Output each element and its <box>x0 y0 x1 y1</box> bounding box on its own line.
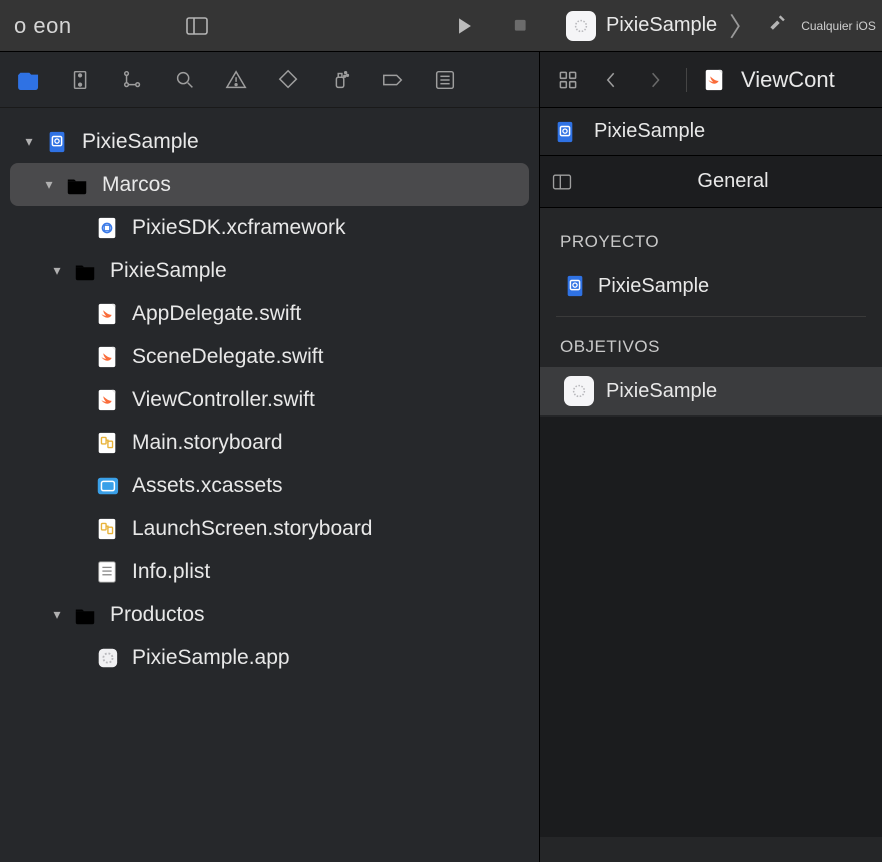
tree-label: Info.plist <box>132 560 210 584</box>
navigator-tabs <box>0 52 539 108</box>
test-navigator-tab[interactable] <box>274 65 304 95</box>
settings-empty-area <box>540 417 882 837</box>
plist-file-icon <box>94 559 120 585</box>
folder-icon <box>64 172 90 198</box>
scheme-name[interactable]: PixieSample <box>606 14 717 37</box>
project-row[interactable]: PixieSample <box>540 262 882 310</box>
issue-navigator-tab[interactable] <box>222 65 252 95</box>
disclosure-triangle-icon[interactable]: ▾ <box>20 133 38 150</box>
project-file-icon <box>564 272 586 300</box>
storyboard-file-icon <box>94 516 120 542</box>
tree-label: PixieSample <box>82 130 199 154</box>
run-destination[interactable]: Cualquier iOS <box>801 19 876 33</box>
framework-file-icon <box>94 215 120 241</box>
app-file-icon <box>94 645 120 671</box>
tree-label: Productos <box>110 603 205 627</box>
section-targets-heading: OBJETIVOS <box>540 323 882 367</box>
tree-label: AppDelegate.swift <box>132 302 301 326</box>
open-file-tab[interactable]: ViewCont <box>703 67 835 93</box>
project-navigator: ▾ PixieSample ▾ Marcos PixieSDK.xcframew… <box>0 52 540 862</box>
section-project-heading: PROYECTO <box>540 218 882 262</box>
tree-label: Assets.xcassets <box>132 474 283 498</box>
tree-label: Marcos <box>102 173 171 197</box>
source-control-navigator-tab[interactable] <box>66 65 96 95</box>
tree-file[interactable]: PixieSDK.xcframework <box>0 206 539 249</box>
project-file-icon <box>44 129 70 155</box>
nav-back-button[interactable] <box>598 66 626 94</box>
window-title-fragment: o eon <box>14 13 72 39</box>
target-row[interactable]: PixieSample <box>540 367 882 415</box>
swift-file-icon <box>703 69 725 91</box>
tree-file[interactable]: LaunchScreen.storyboard <box>0 507 539 550</box>
disclosure-triangle-icon[interactable]: ▾ <box>40 176 58 193</box>
disclosure-triangle-icon[interactable]: ▾ <box>48 262 66 279</box>
stop-button[interactable] <box>502 7 540 45</box>
folder-icon <box>72 602 98 628</box>
breakpoint-navigator-tab[interactable] <box>378 65 408 95</box>
tree-file[interactable]: Info.plist <box>0 550 539 593</box>
open-file-name: ViewCont <box>741 67 835 93</box>
app-target-icon <box>564 376 594 406</box>
breadcrumb[interactable]: PixieSample <box>540 108 882 156</box>
disclosure-triangle-icon[interactable]: ▾ <box>48 606 66 623</box>
tree-label: PixieSample <box>110 259 227 283</box>
swift-file-icon <box>94 344 120 370</box>
hammer-icon <box>767 12 789 39</box>
symbol-navigator-tab[interactable] <box>118 65 148 95</box>
divider <box>686 68 687 92</box>
tree-file[interactable]: Assets.xcassets <box>0 464 539 507</box>
target-name: PixieSample <box>606 380 717 403</box>
swift-file-icon <box>94 301 120 327</box>
scheme-app-icon[interactable] <box>566 11 596 41</box>
nav-forward-button[interactable] <box>642 66 670 94</box>
tree-label: PixieSample.app <box>132 646 290 670</box>
tree-file[interactable]: SceneDelegate.swift <box>0 335 539 378</box>
toggle-sidebar-button[interactable] <box>178 7 216 45</box>
tree-label: SceneDelegate.swift <box>132 345 323 369</box>
storyboard-file-icon <box>94 430 120 456</box>
find-navigator-tab[interactable] <box>170 65 200 95</box>
tab-general[interactable]: General <box>584 170 882 193</box>
project-file-icon <box>554 121 576 143</box>
breadcrumb-project: PixieSample <box>594 120 705 143</box>
tree-label: LaunchScreen.storyboard <box>132 517 373 541</box>
divider <box>556 316 866 317</box>
tree-file[interactable]: AppDelegate.swift <box>0 292 539 335</box>
toggle-outline-button[interactable] <box>540 171 584 193</box>
tree-label: PixieSDK.xcframework <box>132 216 346 240</box>
tree-file[interactable]: ViewController.swift <box>0 378 539 421</box>
tree-group[interactable]: ▾ PixieSample <box>0 249 539 292</box>
tree-file[interactable]: Main.storyboard <box>0 421 539 464</box>
editor-area: ViewCont PixieSample General PROYECTO Pi… <box>540 52 882 862</box>
report-navigator-tab[interactable] <box>430 65 460 95</box>
tree-group[interactable]: ▾ Marcos <box>10 163 529 206</box>
chevron-right-icon: 〉 <box>727 7 757 44</box>
tree-project-root[interactable]: ▾ PixieSample <box>0 120 539 163</box>
run-button[interactable] <box>446 7 484 45</box>
swift-file-icon <box>94 387 120 413</box>
folder-icon <box>72 258 98 284</box>
tree-label: Main.storyboard <box>132 431 283 455</box>
project-name: PixieSample <box>598 275 709 298</box>
project-settings-outline: PROYECTO PixieSample OBJETIVOS PixieSamp… <box>540 208 882 862</box>
toolbar: o eon PixieSample 〉 Cualquier iOS <box>0 0 882 52</box>
project-settings-tabs: General <box>540 156 882 208</box>
project-navigator-tab[interactable] <box>14 65 44 95</box>
tree-file[interactable]: PixieSample.app <box>0 636 539 679</box>
editor-tab-bar: ViewCont <box>540 52 882 108</box>
debug-navigator-tab[interactable] <box>326 65 356 95</box>
tree-group[interactable]: ▾ Productos <box>0 593 539 636</box>
tree-label: ViewController.swift <box>132 388 315 412</box>
assets-file-icon <box>94 473 120 499</box>
file-tree[interactable]: ▾ PixieSample ▾ Marcos PixieSDK.xcframew… <box>0 108 539 862</box>
related-items-button[interactable] <box>554 66 582 94</box>
